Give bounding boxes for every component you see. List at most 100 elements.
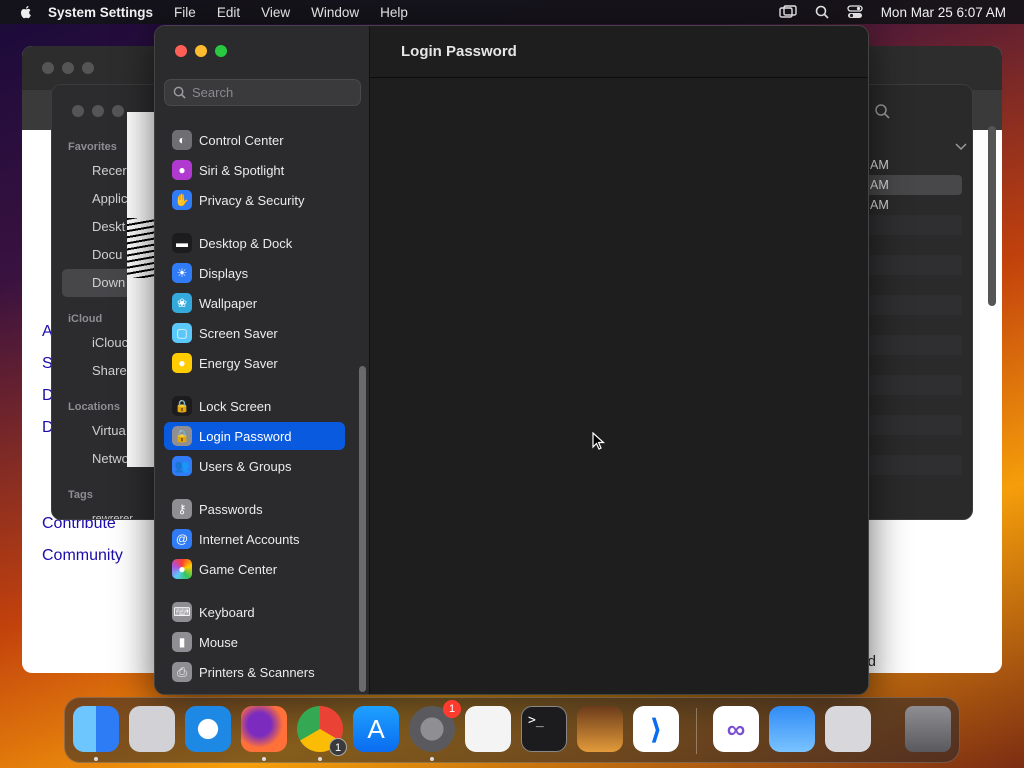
game-center-icon: ● [172, 559, 192, 579]
finder-item[interactable]: Applic [92, 191, 127, 206]
weather-icon[interactable] [769, 706, 815, 752]
sidebar-item-passwords[interactable]: ⚷ Passwords [164, 495, 345, 523]
browser-scrollbar[interactable] [988, 126, 996, 306]
key-icon: ⚷ [172, 499, 192, 519]
sidebar-item-displays[interactable]: ☀ Displays [164, 259, 345, 287]
hand-icon: ✋ [172, 190, 192, 210]
screen-mirroring-icon[interactable] [778, 5, 797, 19]
dock-separator [696, 708, 697, 754]
sidebar-scrollbar[interactable] [359, 366, 366, 692]
control-center-icon: ◐ [172, 130, 192, 150]
vscode-icon[interactable]: ⟩ [633, 706, 679, 752]
finder-traffic-lights [72, 105, 124, 117]
finder-tag[interactable]: rewrerer [92, 513, 133, 519]
finder-item-downloads[interactable]: Down [92, 275, 125, 290]
running-indicator [318, 757, 322, 761]
link-community[interactable]: Community [42, 547, 123, 565]
close-button[interactable] [175, 45, 187, 57]
system-settings-window[interactable]: ◐ Control Center ● Siri & Spotlight ✋ Privacy… [154, 25, 869, 695]
sidebar-item-label: Lock Screen [199, 398, 272, 414]
search-icon[interactable] [874, 103, 890, 119]
finder-item[interactable]: Deskt [92, 219, 125, 234]
sidebar-item-label: Game Center [199, 561, 278, 577]
sidebar-item-label: Displays [199, 265, 249, 281]
dock: 1 A 1 >_ ⟩ ∞ [64, 697, 960, 763]
sidebar-item-label: Users & Groups [199, 458, 292, 474]
finder-item[interactable]: Netwo [92, 451, 129, 466]
finder-icon[interactable] [73, 706, 119, 752]
finder-item[interactable]: Share [92, 363, 127, 378]
running-indicator [430, 757, 434, 761]
finder-item[interactable]: Docu [92, 247, 122, 262]
sidebar-item-label: Control Center [199, 132, 284, 148]
users-icon: 👥 [172, 456, 192, 476]
finder-section-tags: Tags [68, 489, 93, 501]
menu-app-name[interactable]: System Settings [48, 5, 153, 20]
search-icon[interactable] [815, 5, 829, 19]
traffic-lights [175, 45, 227, 57]
sidebar-item-wallpaper[interactable]: ❀ Wallpaper [164, 289, 345, 317]
sidebar-item-label: Privacy & Security [199, 192, 305, 208]
chrome-icon[interactable]: 1 [297, 706, 347, 756]
search-field[interactable] [164, 79, 361, 106]
sidebar-item-game-center[interactable]: ● Game Center [164, 555, 345, 583]
notification-badge: 1 [443, 700, 461, 718]
sidebar-item-label: Mouse [199, 634, 239, 650]
sidebar-item-keyboard[interactable]: ⌨ Keyboard [164, 598, 345, 626]
terminal-icon[interactable]: >_ [521, 706, 567, 752]
page-title: Login Password [370, 26, 868, 78]
garageband-icon[interactable] [577, 706, 623, 752]
finder-item[interactable]: iClouc [92, 335, 128, 350]
sidebar-item-users-groups[interactable]: 👥 Users & Groups [164, 452, 345, 480]
bulb-icon: ● [172, 353, 192, 373]
finder-item[interactable]: Recer [92, 163, 127, 178]
menu-help[interactable]: Help [380, 5, 408, 20]
sidebar-item-desktop-dock[interactable]: ▬ Desktop & Dock [164, 229, 345, 257]
sidebar-item-screen-saver[interactable]: ▢ Screen Saver [164, 319, 345, 347]
minimize-button[interactable] [195, 45, 207, 57]
sidebar-item-label: Internet Accounts [199, 531, 300, 547]
sidebar-item-label: Energy Saver [199, 355, 278, 371]
mouse-cursor-icon [592, 432, 606, 450]
at-icon: @ [172, 529, 192, 549]
browser-traffic-lights [42, 62, 94, 74]
menu-file[interactable]: File [174, 5, 196, 20]
search-input[interactable] [192, 85, 352, 100]
chevron-down-icon[interactable] [955, 143, 967, 151]
sidebar-item-printers-scanners[interactable]: ⎙ Printers & Scanners [164, 658, 345, 686]
apple-icon[interactable] [18, 4, 34, 20]
sidebar-item-siri-spotlight[interactable]: ● Siri & Spotlight [164, 156, 345, 184]
installer-icon[interactable] [825, 706, 871, 752]
firefox-icon[interactable] [241, 706, 287, 752]
siri-icon: ● [172, 160, 192, 180]
app-store-icon[interactable]: A [353, 706, 399, 752]
trash-icon[interactable] [905, 706, 951, 752]
sun-icon: ☀ [172, 263, 192, 283]
sidebar-item-control-center[interactable]: ◐ Control Center [164, 126, 345, 154]
notification-badge: 1 [329, 738, 347, 756]
screensaver-icon: ▢ [172, 323, 192, 343]
search-icon [173, 86, 186, 99]
launchpad-icon[interactable] [129, 706, 175, 752]
safari-icon[interactable] [185, 706, 231, 752]
system-settings-icon[interactable]: 1 [409, 700, 461, 752]
menu-view[interactable]: View [261, 5, 290, 20]
menu-window[interactable]: Window [311, 5, 359, 20]
lock-icon: 🔒 [172, 396, 192, 416]
sidebar-item-mouse[interactable]: ▮ Mouse [164, 628, 345, 656]
visual-studio-icon[interactable]: ∞ [713, 706, 759, 752]
sidebar-item-login-password[interactable]: 🔒 Login Password [164, 422, 345, 450]
menu-clock[interactable]: Mon Mar 25 6:07 AM [881, 5, 1006, 20]
settings-sidebar: ◐ Control Center ● Siri & Spotlight ✋ Privacy… [155, 26, 370, 694]
finder-item[interactable]: Virtua [92, 423, 126, 438]
menu-edit[interactable]: Edit [217, 5, 240, 20]
control-center-icon[interactable] [847, 5, 863, 19]
sidebar-item-label: Keyboard [199, 604, 255, 620]
textedit-icon[interactable] [465, 706, 511, 752]
sidebar-item-internet-accounts[interactable]: @ Internet Accounts [164, 525, 345, 553]
sidebar-item-privacy-security[interactable]: ✋ Privacy & Security [164, 186, 345, 214]
running-indicator [94, 757, 98, 761]
sidebar-item-energy-saver[interactable]: ● Energy Saver [164, 349, 345, 377]
zoom-button[interactable] [215, 45, 227, 57]
sidebar-item-lock-screen[interactable]: 🔒 Lock Screen [164, 392, 345, 420]
